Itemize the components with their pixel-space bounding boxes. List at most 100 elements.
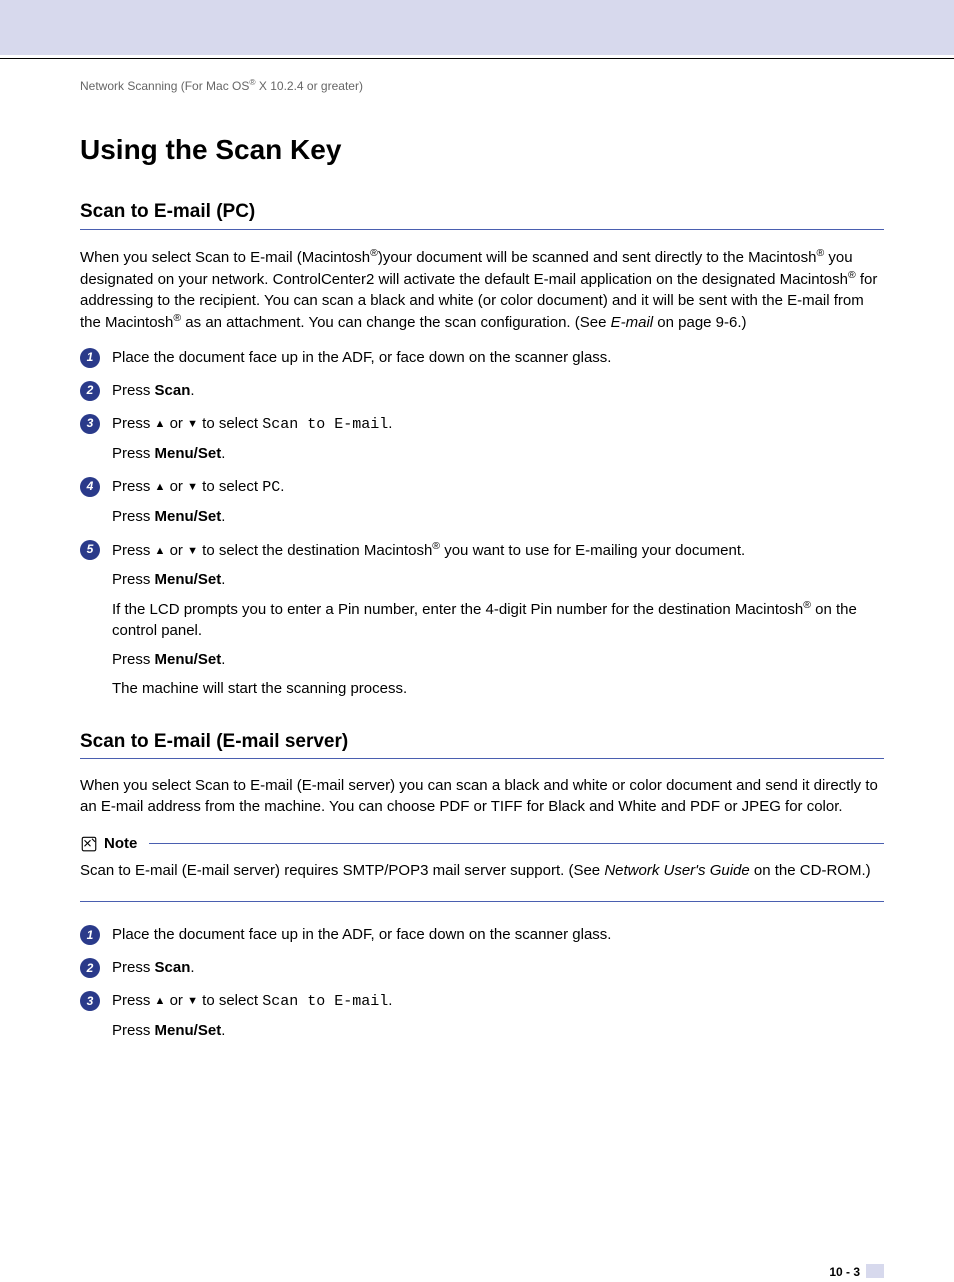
text: Press xyxy=(112,571,155,588)
step-text: Press ▲ or ▼ to select Scan to E-mail. xyxy=(112,413,884,435)
step-1: 1 Place the document face up in the ADF,… xyxy=(80,347,884,368)
step-number-icon: 4 xyxy=(80,477,100,497)
text: to select xyxy=(198,478,262,495)
key-label: Menu/Set xyxy=(155,445,222,462)
section-heading-scan-pc: Scan to E-mail (PC) xyxy=(80,199,884,230)
step-text: Press Scan. xyxy=(112,957,884,978)
step-text: The machine will start the scanning proc… xyxy=(112,678,884,699)
text: Press xyxy=(112,478,155,495)
section2-intro: When you select Scan to E-mail (E-mail s… xyxy=(80,775,884,817)
section1-steps: 1 Place the document face up in the ADF,… xyxy=(80,347,884,699)
reg-mark: ® xyxy=(848,269,856,281)
step-2: 2 Press Scan. xyxy=(80,380,884,401)
step-4: 4 Press ▲ or ▼ to select PC. Press Menu/… xyxy=(80,476,884,527)
note-text: Scan to E-mail (E-mail server) requires … xyxy=(80,860,884,881)
text: Press xyxy=(112,1022,155,1039)
step-text: Press Menu/Set. xyxy=(112,649,884,670)
down-arrow-icon: ▼ xyxy=(187,544,198,559)
text: you want to use for E-mailing your docum… xyxy=(440,542,745,559)
cross-ref-link[interactable]: Network User's Guide xyxy=(604,862,749,879)
lcd-text: Scan to E-mail xyxy=(262,416,388,433)
top-band xyxy=(0,0,954,55)
page-title: Using the Scan Key xyxy=(80,130,884,169)
step-3: 3 Press ▲ or ▼ to select Scan to E-mail.… xyxy=(80,413,884,464)
note-header: Note xyxy=(80,833,884,854)
text: . xyxy=(190,959,194,976)
step-number-icon: 3 xyxy=(80,991,100,1011)
note-block: Note Scan to E-mail (E-mail server) requ… xyxy=(80,833,884,902)
step-text: Press Scan. xyxy=(112,380,884,401)
reg-mark: ® xyxy=(432,540,440,552)
step-3: 3 Press ▲ or ▼ to select Scan to E-mail.… xyxy=(80,990,884,1041)
text: When you select Scan to E-mail (Macintos… xyxy=(80,249,370,266)
down-arrow-icon: ▼ xyxy=(187,417,198,432)
text: or xyxy=(165,992,187,1009)
step-number-icon: 1 xyxy=(80,925,100,945)
step-text: If the LCD prompts you to enter a Pin nu… xyxy=(112,598,884,641)
key-label: Menu/Set xyxy=(155,571,222,588)
up-arrow-icon: ▲ xyxy=(155,480,166,495)
text: . xyxy=(280,478,284,495)
text: . xyxy=(221,1022,225,1039)
step-text: Press ▲ or ▼ to select Scan to E-mail. xyxy=(112,990,884,1012)
step-text: Place the document face up in the ADF, o… xyxy=(112,347,884,368)
text: Press xyxy=(112,382,155,399)
step-number-icon: 2 xyxy=(80,381,100,401)
step-body: Press Scan. xyxy=(112,380,884,401)
lcd-text: Scan to E-mail xyxy=(262,993,388,1010)
key-label: Menu/Set xyxy=(155,1022,222,1039)
page-content: 10 Network Scanning (For Mac OS® X 10.2.… xyxy=(0,77,954,1041)
step-text: Press Menu/Set. xyxy=(112,569,884,590)
lcd-text: PC xyxy=(262,479,280,496)
step-number-icon: 2 xyxy=(80,958,100,978)
section-heading-scan-server: Scan to E-mail (E-mail server) xyxy=(80,729,884,760)
text: . xyxy=(221,651,225,668)
key-label: Menu/Set xyxy=(155,651,222,668)
text: to select xyxy=(198,992,262,1009)
text: or xyxy=(165,478,187,495)
text: or xyxy=(165,542,187,559)
text: on page 9-6.) xyxy=(653,314,746,331)
text: as an attachment. You can change the sca… xyxy=(181,314,610,331)
text: to select xyxy=(198,415,262,432)
section1-intro: When you select Scan to E-mail (Macintos… xyxy=(80,246,884,333)
text: Press xyxy=(112,651,155,668)
text: Scan to E-mail (E-mail server) requires … xyxy=(80,862,604,879)
text: )your document will be scanned and sent … xyxy=(378,249,817,266)
section2-steps: 1 Place the document face up in the ADF,… xyxy=(80,924,884,1041)
step-number-icon: 5 xyxy=(80,540,100,560)
up-arrow-icon: ▲ xyxy=(155,417,166,432)
step-number-icon: 3 xyxy=(80,414,100,434)
text: . xyxy=(221,508,225,525)
step-body: Press ▲ or ▼ to select the destination M… xyxy=(112,539,884,699)
step-body: Press ▲ or ▼ to select PC. Press Menu/Se… xyxy=(112,476,884,527)
cross-ref-link[interactable]: E-mail xyxy=(611,314,654,331)
page-footer: 10 - 3 xyxy=(0,1261,954,1282)
step-number-icon: 1 xyxy=(80,348,100,368)
note-icon xyxy=(80,835,98,853)
footer-mark-icon xyxy=(866,1264,884,1278)
key-label: Menu/Set xyxy=(155,508,222,525)
text: If the LCD prompts you to enter a Pin nu… xyxy=(112,601,803,618)
step-5: 5 Press ▲ or ▼ to select the destination… xyxy=(80,539,884,699)
reg-mark: ® xyxy=(803,599,811,611)
step-body: Press ▲ or ▼ to select Scan to E-mail. P… xyxy=(112,990,884,1041)
step-body: Place the document face up in the ADF, o… xyxy=(112,924,884,945)
text: Press xyxy=(112,508,155,525)
text: Press xyxy=(112,959,155,976)
text: Press xyxy=(112,992,155,1009)
up-arrow-icon: ▲ xyxy=(155,994,166,1009)
down-arrow-icon: ▼ xyxy=(187,480,198,495)
step-body: Place the document face up in the ADF, o… xyxy=(112,347,884,368)
note-rule xyxy=(149,843,884,844)
running-header-post: X 10.2.4 or greater) xyxy=(256,79,363,93)
step-text: Press Menu/Set. xyxy=(112,1020,884,1041)
reg-mark: ® xyxy=(173,312,181,324)
step-text: Place the document face up in the ADF, o… xyxy=(112,924,884,945)
text: . xyxy=(388,992,392,1009)
up-arrow-icon: ▲ xyxy=(155,544,166,559)
down-arrow-icon: ▼ xyxy=(187,994,198,1009)
step-2: 2 Press Scan. xyxy=(80,957,884,978)
text: Press xyxy=(112,415,155,432)
text: Press xyxy=(112,542,155,559)
